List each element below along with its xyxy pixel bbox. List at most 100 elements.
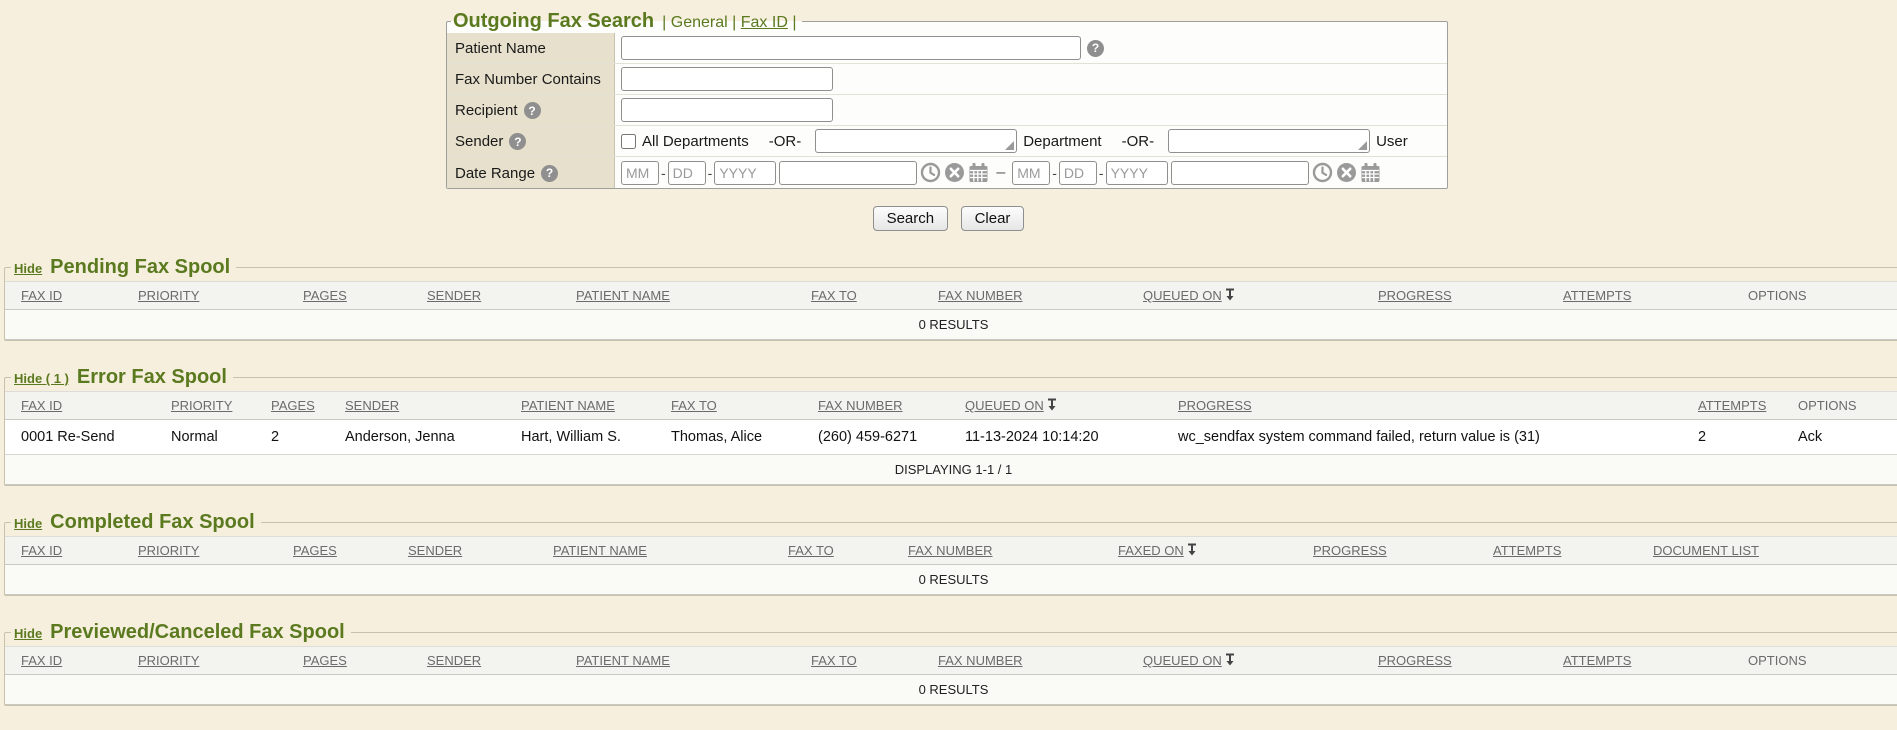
col-fax-id[interactable]: FAX ID (5, 647, 122, 675)
col-options: OPTIONS (1732, 647, 1897, 675)
completed-hide-link[interactable]: Hide (14, 516, 42, 531)
col-sender[interactable]: SENDER (411, 282, 560, 310)
sort-descending-icon (1225, 653, 1235, 666)
form-row-patient-name: Patient Name ? (447, 33, 1447, 64)
col-fax-to[interactable]: FAX TO (655, 392, 802, 420)
col-progress[interactable]: PROGRESS (1362, 282, 1547, 310)
tab-fax-id[interactable]: Fax ID (741, 14, 788, 31)
col-queued-on[interactable]: QUEUED ON (949, 392, 1162, 420)
help-icon[interactable]: ? (541, 165, 558, 182)
col-attempts[interactable]: ATTEMPTS (1682, 392, 1782, 420)
date-separator: - (1099, 165, 1104, 181)
clock-icon[interactable] (1312, 162, 1333, 183)
search-button[interactable]: Search (873, 206, 949, 231)
col-queued-on[interactable]: QUEUED ON (1127, 282, 1362, 310)
empty-results-row: 0 RESULTS (5, 675, 1897, 705)
previewed-hide-link[interactable]: Hide (14, 626, 42, 641)
cell-options-ack[interactable]: Ack (1782, 420, 1897, 455)
user-input[interactable] (1168, 129, 1370, 153)
tab-separator: | (662, 14, 666, 31)
date-to-full-input[interactable] (1171, 161, 1309, 185)
clear-button[interactable]: Clear (961, 206, 1025, 231)
col-attempts[interactable]: ATTEMPTS (1477, 537, 1637, 565)
table-header-row: FAX ID PRIORITY PAGES SENDER PATIENT NAM… (5, 537, 1897, 565)
col-pages[interactable]: PAGES (287, 282, 411, 310)
or-separator: -OR- (1122, 133, 1155, 150)
col-pages[interactable]: PAGES (277, 537, 392, 565)
date-from-day-input[interactable] (668, 161, 706, 185)
col-attempts[interactable]: ATTEMPTS (1547, 647, 1732, 675)
previewed-fax-table: FAX ID PRIORITY PAGES SENDER PATIENT NAM… (5, 646, 1897, 705)
col-fax-id[interactable]: FAX ID (5, 282, 122, 310)
col-options: OPTIONS (1782, 392, 1897, 420)
empty-results-text: 0 RESULTS (5, 565, 1897, 595)
date-from-full-input[interactable] (779, 161, 917, 185)
date-range-label: Date Range (455, 165, 535, 182)
clear-date-icon[interactable] (1336, 162, 1357, 183)
clock-icon[interactable] (920, 162, 941, 183)
empty-results-row: 0 RESULTS (5, 565, 1897, 595)
col-attempts[interactable]: ATTEMPTS (1547, 282, 1732, 310)
col-sender[interactable]: SENDER (411, 647, 560, 675)
empty-results-text: 0 RESULTS (5, 310, 1897, 340)
user-combo-wrap (1168, 129, 1370, 153)
col-fax-to[interactable]: FAX TO (795, 282, 922, 310)
col-sender[interactable]: SENDER (392, 537, 537, 565)
col-fax-to[interactable]: FAX TO (772, 537, 892, 565)
all-departments-checkbox[interactable] (621, 134, 636, 149)
col-pages[interactable]: PAGES (255, 392, 329, 420)
col-pages[interactable]: PAGES (287, 647, 411, 675)
col-priority[interactable]: PRIORITY (122, 647, 287, 675)
patient-name-input[interactable] (621, 36, 1081, 60)
patient-name-label: Patient Name (447, 33, 615, 63)
col-fax-number[interactable]: FAX NUMBER (922, 647, 1127, 675)
col-fax-to[interactable]: FAX TO (795, 647, 922, 675)
cell-pages: 2 (255, 420, 329, 455)
date-from-year-input[interactable] (714, 161, 776, 185)
col-document-list[interactable]: DOCUMENT LIST (1637, 537, 1897, 565)
help-icon[interactable]: ? (1087, 40, 1104, 57)
help-icon[interactable]: ? (524, 102, 541, 119)
col-priority[interactable]: PRIORITY (155, 392, 255, 420)
empty-results-text: 0 RESULTS (5, 675, 1897, 705)
date-to-day-input[interactable] (1059, 161, 1097, 185)
cell-sender: Anderson, Jenna (329, 420, 505, 455)
calendar-icon[interactable] (1360, 162, 1381, 183)
col-progress[interactable]: PROGRESS (1362, 647, 1547, 675)
calendar-icon[interactable] (968, 162, 989, 183)
error-hide-link[interactable]: Hide ( 1 ) (14, 371, 69, 386)
error-fax-table: FAX ID PRIORITY PAGES SENDER PATIENT NAM… (5, 391, 1897, 485)
clear-date-icon[interactable] (944, 162, 965, 183)
displaying-row: DISPLAYING 1-1 / 1 (5, 455, 1897, 485)
col-sender[interactable]: SENDER (329, 392, 505, 420)
col-priority[interactable]: PRIORITY (122, 537, 277, 565)
department-input[interactable] (815, 129, 1017, 153)
pending-hide-link[interactable]: Hide (14, 261, 42, 276)
col-priority[interactable]: PRIORITY (122, 282, 287, 310)
cell-fax-id[interactable]: 0001 Re-Send (5, 420, 155, 455)
date-to-month-input[interactable] (1012, 161, 1050, 185)
date-to-year-input[interactable] (1106, 161, 1168, 185)
cell-fax-number: (260) 459-6271 (802, 420, 949, 455)
col-fax-number[interactable]: FAX NUMBER (802, 392, 949, 420)
col-progress[interactable]: PROGRESS (1297, 537, 1477, 565)
col-patient-name[interactable]: PATIENT NAME (560, 647, 795, 675)
fax-number-input[interactable] (621, 67, 833, 91)
col-queued-on[interactable]: QUEUED ON (1127, 647, 1362, 675)
recipient-input[interactable] (621, 98, 833, 122)
error-fax-row[interactable]: 0001 Re-Send Normal 2 Anderson, Jenna Ha… (5, 420, 1897, 455)
date-from-month-input[interactable] (621, 161, 659, 185)
form-row-sender: Sender ? All Departments -OR- Department… (447, 126, 1447, 157)
col-progress[interactable]: PROGRESS (1162, 392, 1682, 420)
col-fax-number[interactable]: FAX NUMBER (892, 537, 1102, 565)
col-fax-number[interactable]: FAX NUMBER (922, 282, 1127, 310)
col-patient-name[interactable]: PATIENT NAME (505, 392, 655, 420)
error-section-title: Error Fax Spool (77, 366, 227, 389)
tab-general[interactable]: General (671, 14, 728, 31)
col-patient-name[interactable]: PATIENT NAME (537, 537, 772, 565)
col-fax-id[interactable]: FAX ID (5, 392, 155, 420)
col-fax-id[interactable]: FAX ID (5, 537, 122, 565)
col-patient-name[interactable]: PATIENT NAME (560, 282, 795, 310)
col-faxed-on[interactable]: FAXED ON (1102, 537, 1297, 565)
help-icon[interactable]: ? (509, 133, 526, 150)
